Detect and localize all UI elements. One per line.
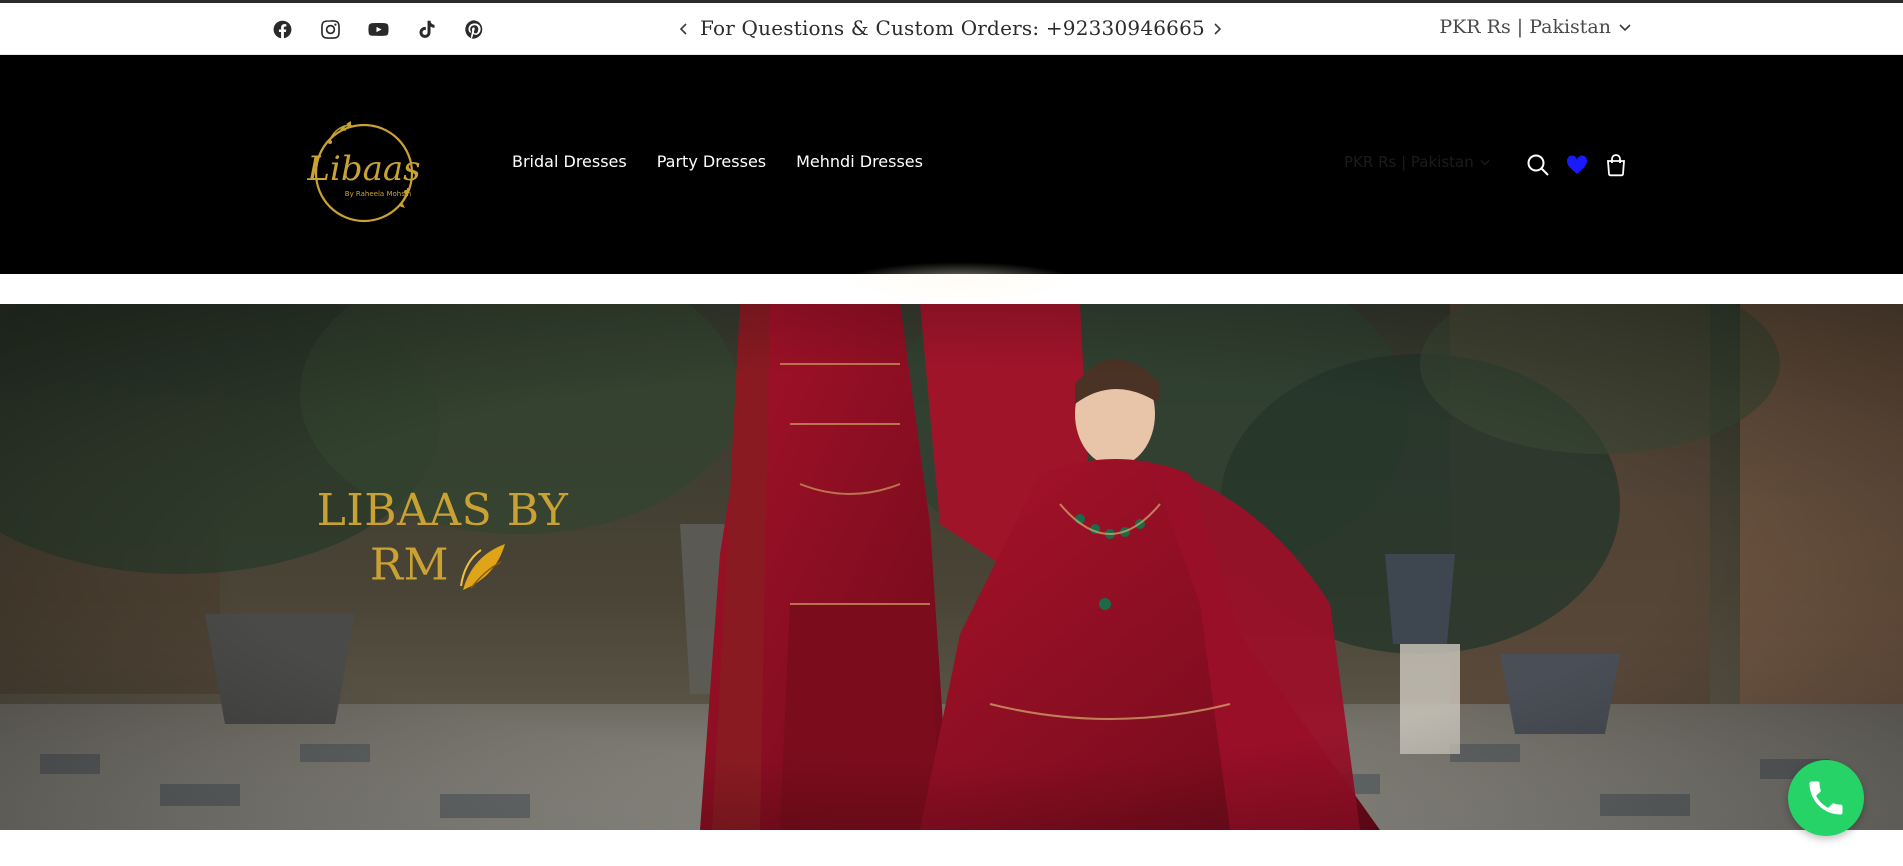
facebook-link[interactable] <box>258 15 306 43</box>
youtube-icon <box>367 22 389 36</box>
country-currency-selector[interactable]: PKR Rs | Pakistan <box>1439 16 1631 38</box>
hero-title-line-1: LIBAAS BY <box>316 485 569 536</box>
page-bottom-area <box>0 830 1903 866</box>
wishlist-button[interactable] <box>1562 150 1592 180</box>
cart-icon <box>1607 154 1625 177</box>
announcement-bar: For Questions & Custom Orders: +92330946… <box>0 3 1903 55</box>
instagram-link[interactable] <box>306 15 354 43</box>
search-button[interactable] <box>1523 150 1553 180</box>
announcement-next-button[interactable] <box>1205 17 1229 41</box>
libaas-logo[interactable]: Libaas By Raheela Mohsin <box>300 114 428 228</box>
pinterest-link[interactable] <box>450 15 498 43</box>
site-header: Libaas By Raheela Mohsin Bridal Dresses … <box>0 55 1903 274</box>
announcement-message: For Questions & Custom Orders: +92330946… <box>700 16 1205 40</box>
hero-banner[interactable]: LIBAAS BY RM <box>0 304 1903 830</box>
header-country-selector[interactable]: PKR Rs | Pakistan <box>1344 153 1490 171</box>
golden-leaf-icon <box>460 544 506 590</box>
header-country-label: PKR Rs | Pakistan <box>1344 153 1474 171</box>
nav-party-dresses[interactable]: Party Dresses <box>642 152 781 171</box>
facebook-icon <box>273 20 291 38</box>
logo-wordmark: Libaas <box>306 149 420 189</box>
tiktok-icon <box>419 20 435 38</box>
whatsapp-icon <box>1809 781 1843 815</box>
nav-bridal-dresses[interactable]: Bridal Dresses <box>512 152 642 171</box>
header-glow <box>840 262 1080 302</box>
instagram-icon <box>320 19 340 39</box>
hero-title-line-2: RM <box>369 539 450 591</box>
cart-button[interactable] <box>1601 150 1631 180</box>
social-links <box>258 15 498 43</box>
heart-icon <box>1566 155 1588 174</box>
chevron-down-icon <box>1619 24 1631 32</box>
chevron-right-icon <box>1214 23 1222 35</box>
page: For Questions & Custom Orders: +92330946… <box>0 0 1903 866</box>
search-icon <box>1527 154 1549 176</box>
country-currency-label: PKR Rs | Pakistan <box>1439 16 1611 38</box>
chevron-down-icon <box>1480 159 1490 166</box>
logo-subtext: By Raheela Mohsin <box>345 190 411 198</box>
chevron-left-icon <box>679 23 687 35</box>
hero-title: LIBAAS BY RM <box>300 484 585 598</box>
tiktok-link[interactable] <box>402 15 450 43</box>
nav-mehndi-dresses[interactable]: Mehndi Dresses <box>781 152 938 171</box>
hero-title-line-2-wrap: RM <box>300 538 585 598</box>
main-navigation: Bridal Dresses Party Dresses Mehndi Dres… <box>512 152 938 171</box>
hero-image <box>0 304 1903 830</box>
whatsapp-chat-button[interactable] <box>1788 760 1864 836</box>
youtube-link[interactable] <box>354 15 402 43</box>
pinterest-icon <box>464 19 482 39</box>
announcement-prev-button[interactable] <box>672 17 696 41</box>
